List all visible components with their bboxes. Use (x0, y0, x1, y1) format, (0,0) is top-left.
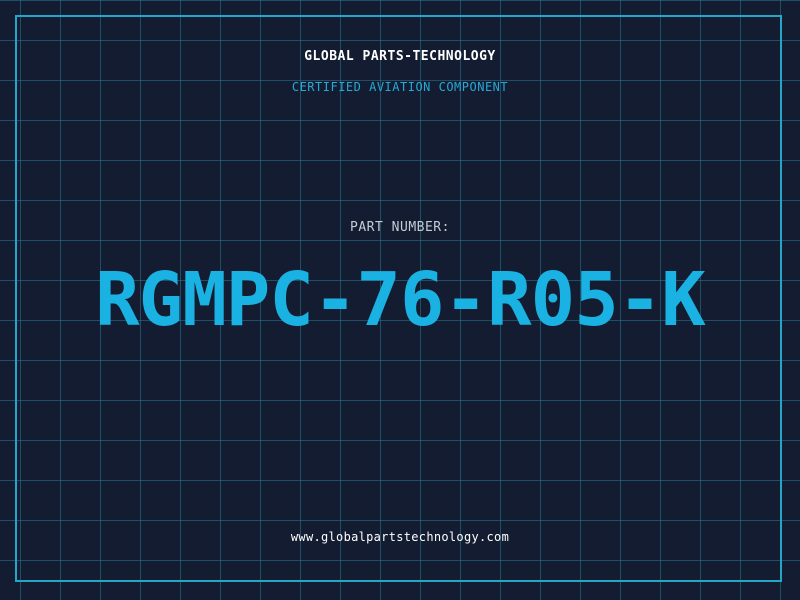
website-url: www.globalpartstechnology.com (290, 530, 510, 544)
part-number-label: PART NUMBER: (350, 220, 450, 235)
part-number-card: GLOBAL PARTS-TECHNOLOGY CERTIFIED AVIATI… (0, 0, 800, 600)
certification-tagline: CERTIFIED AVIATION COMPONENT (291, 80, 509, 94)
company-name: GLOBAL PARTS-TECHNOLOGY (304, 49, 496, 64)
part-number-value: RGMPC-76-R05-K (95, 257, 706, 343)
